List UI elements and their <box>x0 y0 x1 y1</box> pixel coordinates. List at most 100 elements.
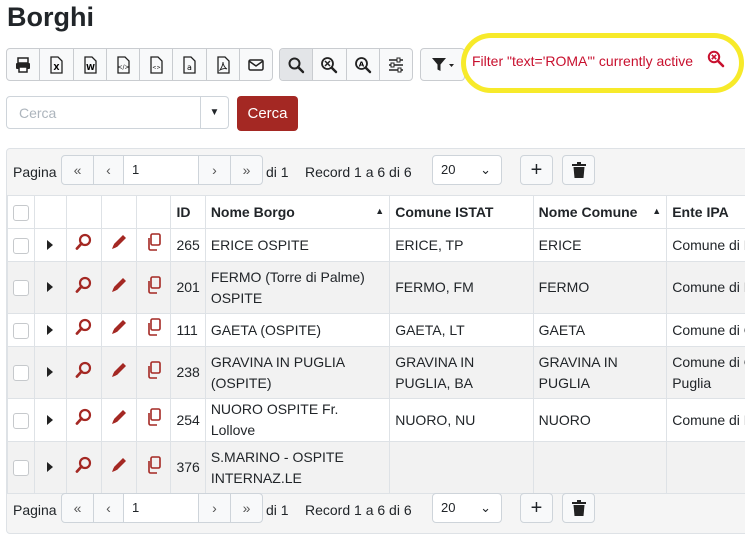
copy-record-icon[interactable] <box>135 313 172 347</box>
next-page-button[interactable]: › <box>198 493 231 523</box>
html-icon[interactable]: <> <box>140 49 174 80</box>
delete-record-button[interactable] <box>562 493 595 523</box>
expand-row-icon[interactable] <box>34 441 67 494</box>
expand-row-icon[interactable] <box>34 228 67 262</box>
settings-sliders-icon[interactable] <box>380 49 412 80</box>
svg-text:a: a <box>187 63 192 72</box>
page-size-select[interactable]: 20 ⌄ <box>432 155 502 185</box>
search-remove-icon[interactable] <box>707 50 725 73</box>
email-icon[interactable] <box>240 49 272 80</box>
expand-row-icon[interactable] <box>34 398 67 442</box>
view-record-icon[interactable] <box>65 261 102 314</box>
table-row[interactable]: 376 S.MARINO - OSPITE INTERNAZ.LE <box>7 441 745 494</box>
chevron-right-icon: › <box>212 500 217 516</box>
xml-icon[interactable]: </> <box>107 49 140 80</box>
select-all-checkbox[interactable] <box>7 195 35 229</box>
last-page-button[interactable]: » <box>230 493 263 523</box>
next-page-button[interactable]: › <box>198 155 231 185</box>
cell-id: 376 <box>170 441 206 494</box>
double-chevron-right-icon: » <box>242 500 251 516</box>
cell-nome-comune: FERMO <box>532 261 668 314</box>
edit-record-icon[interactable] <box>100 313 137 347</box>
cell-nome-borgo: FERMO (Torre di Palme) OSPITE <box>204 261 391 314</box>
search-toolbar: A <box>279 48 413 81</box>
expand-row-icon[interactable] <box>34 261 67 314</box>
plus-icon: + <box>530 159 543 181</box>
filter-icon <box>431 57 454 71</box>
page-size-select[interactable]: 20 ⌄ <box>432 493 502 523</box>
edit-record-icon[interactable] <box>100 398 137 442</box>
table-row[interactable]: 265ERICE OSPITEERICE, TPERICEComune di E <box>7 228 745 262</box>
filter-notice-text: Filter "text='ROMA'" currently active <box>472 53 694 69</box>
cell-comune-istat: GRAVINA IN PUGLIA, BA <box>389 346 534 399</box>
table-row[interactable]: 238 GRAVINA IN PUGLIA (OSPITE) GRAVINA IN … <box>7 346 745 399</box>
excel-icon[interactable]: X <box>40 49 74 80</box>
view-record-icon[interactable] <box>65 398 102 442</box>
edit-record-icon[interactable] <box>100 228 137 262</box>
printer-icon[interactable] <box>7 49 41 80</box>
expand-row-icon[interactable] <box>34 313 67 347</box>
add-record-button[interactable]: + <box>520 493 553 523</box>
view-record-icon[interactable] <box>65 313 102 347</box>
page-number-input[interactable]: 1 <box>123 493 199 523</box>
copy-record-icon[interactable] <box>135 398 172 442</box>
view-record-icon[interactable] <box>65 346 102 399</box>
col-header-nome-comune[interactable]: Nome Comune ▲ <box>532 195 668 229</box>
row-checkbox[interactable] <box>7 441 35 494</box>
add-record-button[interactable]: + <box>520 155 553 185</box>
search-icon[interactable] <box>280 49 314 80</box>
copy-record-icon[interactable] <box>135 261 172 314</box>
chevron-left-icon: ‹ <box>106 500 111 516</box>
first-page-button[interactable]: « <box>61 493 94 523</box>
view-record-icon[interactable] <box>65 441 102 494</box>
edit-record-icon[interactable] <box>100 441 137 494</box>
chevron-down-icon: ⌄ <box>480 162 491 177</box>
col-header-ente-ipa[interactable]: Ente IPA <box>666 195 745 229</box>
row-checkbox[interactable] <box>7 261 35 314</box>
text-icon[interactable]: a <box>173 49 207 80</box>
word-icon[interactable]: W <box>74 49 107 80</box>
row-checkbox[interactable] <box>7 228 35 262</box>
expand-row-icon[interactable] <box>34 346 67 399</box>
search-options-dropdown[interactable]: ▼ <box>201 96 229 129</box>
trash-icon <box>571 500 586 516</box>
page-size-value: 20 <box>441 500 456 515</box>
page-number-input[interactable]: 1 <box>123 155 199 185</box>
view-record-icon[interactable] <box>65 228 102 262</box>
cell-nome-borgo: GRAVINA IN PUGLIA (OSPITE) <box>204 346 391 399</box>
pdf-icon[interactable] <box>207 49 240 80</box>
copy-record-icon[interactable] <box>135 228 172 262</box>
edit-record-icon[interactable] <box>100 346 137 399</box>
cell-comune-istat: NUORO, NU <box>389 398 534 442</box>
zoom-filter-icon[interactable] <box>313 49 347 80</box>
copy-record-icon[interactable] <box>135 441 172 494</box>
search-button[interactable]: Cerca <box>237 96 298 131</box>
col-header-id[interactable]: ID <box>170 195 206 229</box>
filter-dropdown-button[interactable] <box>420 48 465 81</box>
prev-page-button[interactable]: ‹ <box>93 155 124 185</box>
delete-record-button[interactable] <box>562 155 595 185</box>
last-page-button[interactable]: » <box>230 155 263 185</box>
pager-bottom: Pagina « ‹ 1 › » di 1 Record 1 a 6 di 6 … <box>7 493 745 527</box>
first-page-button[interactable]: « <box>61 155 94 185</box>
prev-page-button[interactable]: ‹ <box>93 493 124 523</box>
table-row[interactable]: 254 NUORO OSPITE Fr. Lollove NUORO, NU NUOR… <box>7 398 745 442</box>
sort-asc-icon: ▲ <box>375 206 385 216</box>
table-row[interactable]: 201 FERMO (Torre di Palme) OSPITE FERMO, F… <box>7 261 745 314</box>
plus-icon: + <box>530 497 543 519</box>
col-header-comune-istat[interactable]: Comune ISTAT <box>389 195 534 229</box>
zoom-text-icon[interactable]: A <box>347 49 380 80</box>
row-checkbox[interactable] <box>7 313 35 347</box>
row-checkbox[interactable] <box>7 398 35 442</box>
cell-nome-comune <box>532 441 668 494</box>
cell-ente-ipa <box>666 441 745 494</box>
table-row[interactable]: 111 GAETA (OSPITE) GAETA, LT GAETA Comune di… <box>7 313 745 347</box>
search-input[interactable] <box>6 96 201 129</box>
col-header-nome-borgo[interactable]: Nome Borgo ▲ <box>204 195 391 229</box>
edit-record-icon[interactable] <box>100 261 137 314</box>
pager-label: Pagina <box>13 502 57 518</box>
copy-record-icon[interactable] <box>135 346 172 399</box>
pager-top: Pagina « ‹ 1 › » di 1 Record 1 a 6 di 6 … <box>7 155 745 189</box>
row-checkbox[interactable] <box>7 346 35 399</box>
caret-down-icon: ▼ <box>209 107 220 118</box>
